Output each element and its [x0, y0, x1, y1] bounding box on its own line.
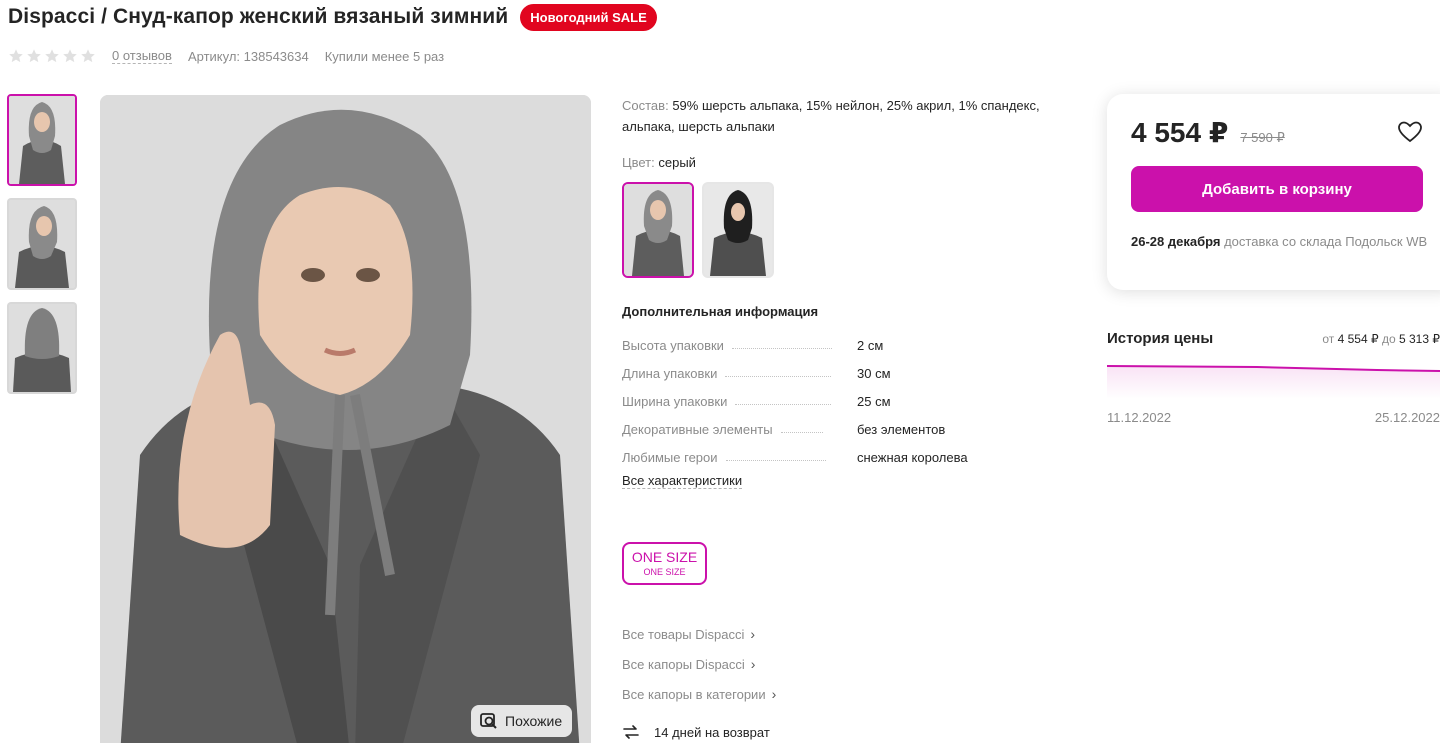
star-icon — [9, 49, 23, 63]
range-to: 5 313 ₽ — [1399, 331, 1440, 346]
range-to-label: до — [1381, 331, 1396, 346]
star-icon — [45, 49, 59, 63]
characteristic-value: 25 см — [857, 394, 891, 409]
price-history-title: История цены — [1107, 330, 1214, 347]
characteristic-row: Длина упаковки 30 см — [622, 353, 1072, 381]
product-photo — [100, 95, 591, 743]
link-label: Все капоры Dispacci — [622, 656, 745, 672]
return-text: 14 дней на возврат — [654, 724, 770, 740]
price-row: 4 554 ₽ 7 590 ₽ — [1131, 116, 1285, 149]
color-row: Цвет: серый — [622, 155, 1072, 170]
star-icon — [63, 49, 77, 63]
link-label: Все капоры в категории — [622, 686, 766, 702]
characteristic-value: 2 см — [857, 338, 884, 353]
dotted-leader — [725, 460, 826, 461]
characteristics-table: Высота упаковки 2 см Длина упаковки 30 с… — [622, 325, 1072, 465]
article-value: 138543634 — [243, 48, 309, 64]
title-row: Dispacci / Снуд-капор женский вязаный зи… — [8, 2, 657, 32]
delivery-date: 26-28 декабря — [1131, 234, 1221, 249]
chevron-right-icon: › — [771, 686, 777, 702]
size-button[interactable]: ONE SIZE ONE SIZE — [622, 542, 707, 585]
characteristic-name: Длина упаковки — [622, 366, 718, 381]
color-swatch-grey[interactable] — [622, 182, 694, 278]
characteristic-name: Любимые герои — [622, 450, 718, 465]
product-title: Dispacci / Снуд-капор женский вязаный зи… — [8, 5, 509, 28]
range-from-label: от — [1322, 331, 1335, 346]
old-price: 7 590 ₽ — [1240, 130, 1285, 145]
current-price: 4 554 ₽ — [1131, 117, 1229, 148]
article-number: Артикул: 138543634 — [188, 49, 309, 64]
characteristic-name: Ширина упаковки — [622, 394, 728, 409]
price-history: История цены от 4 554 ₽ до 5 313 ₽ 11.12… — [1106, 330, 1440, 425]
heart-icon[interactable] — [1397, 120, 1423, 144]
characteristic-row: Высота упаковки 2 см — [622, 325, 1072, 353]
composition: Состав: 59% шерсть альпака, 15% нейлон, … — [622, 95, 1072, 137]
article-label: Артикул: — [187, 48, 241, 64]
link-brand-hoods[interactable]: Все капоры Dispacci › — [622, 649, 776, 679]
chevron-right-icon: › — [750, 626, 756, 642]
color-value: серый — [658, 155, 696, 170]
delivery-info: 26-28 декабря доставка со склада Подольс… — [1131, 232, 1431, 252]
dotted-leader — [735, 404, 832, 405]
color-label: Цвет: — [622, 155, 655, 170]
thumbnail-3[interactable] — [7, 302, 77, 394]
chevron-right-icon: › — [750, 656, 756, 672]
characteristic-value: без элементов — [857, 422, 946, 437]
date-end: 25.12.2022 — [1374, 410, 1440, 425]
return-arrows-icon — [623, 725, 639, 739]
dotted-leader — [731, 348, 832, 349]
thumbnail-1[interactable] — [7, 94, 77, 186]
range-from: 4 554 ₽ — [1337, 331, 1379, 346]
size-main-label: ONE SIZE — [631, 549, 698, 565]
bought-count: Купили менее 5 раз — [324, 48, 445, 64]
link-all-brand-products[interactable]: Все товары Dispacci › — [622, 619, 776, 649]
thumbnail-list — [7, 94, 79, 406]
composition-value: 59% шерсть альпака, 15% нейлон, 25% акри… — [622, 98, 1040, 134]
brand-links: Все товары Dispacci › Все капоры Dispacci… — [622, 619, 776, 709]
size-sub-label: ONE SIZE — [643, 567, 686, 577]
star-icon — [27, 49, 41, 63]
color-swatches — [622, 182, 1072, 278]
add-to-cart-button[interactable]: Добавить в корзину — [1131, 166, 1423, 212]
price-card: 4 554 ₽ 7 590 ₽ Добавить в корзину 26-28… — [1107, 94, 1440, 290]
additional-info-title: Дополнительная информация — [622, 304, 819, 319]
link-label: Все товары Dispacci — [622, 626, 745, 642]
color-swatch-black[interactable] — [702, 182, 774, 278]
dotted-leader — [780, 432, 823, 433]
price-history-dates: 11.12.2022 25.12.2022 — [1107, 410, 1440, 425]
dotted-leader — [725, 376, 832, 377]
composition-label: Состав: — [622, 98, 669, 113]
similar-label: Похожие — [505, 713, 563, 729]
link-category-hoods[interactable]: Все капоры в категории › — [622, 679, 776, 709]
characteristic-row: Любимые герои снежная королева — [622, 437, 1072, 465]
characteristic-value: 30 см — [857, 366, 891, 381]
price-history-chart — [1106, 365, 1440, 399]
return-info: 14 дней на возврат — [622, 723, 770, 741]
characteristic-name: Декоративные элементы — [622, 422, 773, 437]
product-meta: 0 отзывов Артикул: 138543634 Купили мене… — [8, 46, 460, 66]
sale-badge[interactable]: Новогодний SALE — [520, 3, 657, 31]
price-history-header: История цены от 4 554 ₽ до 5 313 ₽ — [1107, 330, 1440, 347]
characteristic-row: Ширина упаковки 25 см — [622, 381, 1072, 409]
similar-search-icon — [480, 713, 497, 729]
main-product-image[interactable]: Похожие — [100, 95, 591, 743]
price-history-range: от 4 554 ₽ до 5 313 ₽ — [1322, 332, 1440, 346]
all-characteristics-link[interactable]: Все характеристики — [622, 473, 743, 489]
characteristic-row: Декоративные элементы без элементов — [622, 409, 1072, 437]
rating-stars — [8, 48, 96, 64]
thumbnail-2[interactable] — [7, 198, 77, 290]
product-details: Состав: 59% шерсть альпака, 15% нейлон, … — [622, 95, 1072, 740]
characteristic-name: Высота упаковки — [622, 338, 724, 353]
date-start: 11.12.2022 — [1107, 410, 1172, 425]
star-icon — [81, 49, 95, 63]
characteristic-value: снежная королева — [857, 450, 968, 465]
similar-button[interactable]: Похожие — [471, 705, 573, 737]
reviews-link[interactable]: 0 отзывов — [112, 48, 172, 64]
delivery-text: доставка со склада Подольск WB — [1224, 234, 1428, 249]
